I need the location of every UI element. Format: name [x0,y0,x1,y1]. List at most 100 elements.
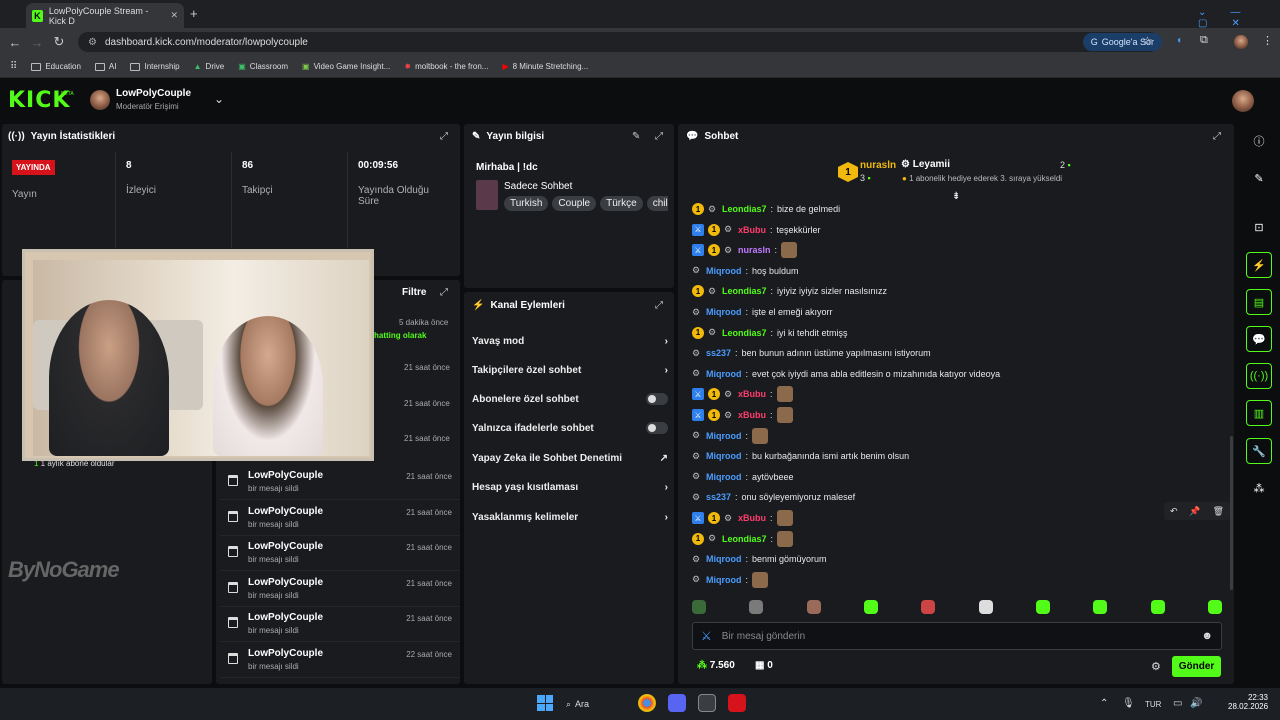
emote-button[interactable] [1035,600,1050,614]
pin-icon[interactable]: 📌 [1189,506,1200,517]
apps-icon[interactable]: ⠿ [10,61,17,72]
expand-icon[interactable]: ⤢ [440,131,448,142]
chat-message[interactable]: ⚙ Miqrood: [692,427,769,445]
close-tab-icon[interactable]: ✕ [170,10,178,21]
message-user[interactable]: Miqrood [706,431,742,441]
reply-icon[interactable]: ↶ [1170,506,1178,517]
new-tab-icon[interactable]: + [190,6,198,21]
chat-message[interactable]: 1 ⚙ Leondias7: iyiyiz iyiyiz sizler nasılsı… [692,282,887,300]
action-subscribers-only[interactable]: Abonelere özel sohbet [472,390,668,408]
menu-icon[interactable]: ⋮ [1262,34,1273,47]
chat-message[interactable]: ⚙ Miqrood: benmi gömüyorum [692,550,827,568]
bookmark-link[interactable]: ▲ Drive [194,62,225,71]
window-controls[interactable]: ⌄—▢✕ [1198,7,1280,29]
chat-message[interactable]: ⚙ Miqrood: bu kurbağanında ismi artık beni… [692,447,909,465]
message-user[interactable]: Leondias7 [722,328,767,338]
bookmark-link[interactable]: ✸ moltbook - the fron... [404,62,488,71]
bookmark-link[interactable]: ▶ 8 Minute Stretching... [502,62,588,71]
message-user[interactable]: xBubu [738,225,766,235]
tray-chevron-icon[interactable]: ⌃ [1100,698,1108,709]
action-emote-only[interactable]: Yalnızca ifadelerle sohbet [472,419,668,437]
chat-message[interactable]: ⚙ Miqrood: [692,571,769,589]
apps-icon[interactable]: ⁂ [1246,475,1272,501]
message-user[interactable]: Miqrood [706,307,742,317]
chat-message[interactable]: ⚙ Miqrood: işte el emeği akıyorr [692,303,833,321]
emote-button[interactable] [978,600,993,614]
emote-button[interactable] [1150,600,1165,614]
extension-icon[interactable]: ◖ [1176,35,1182,46]
emote-button[interactable] [1207,600,1222,614]
chat-message[interactable]: ⚔ 1 ⚙ xBubu: teşekkürler [692,221,821,239]
chat-message[interactable]: ⚙ ss237: onu söyleyemiyoruz malesef [692,488,855,506]
toggle-switch[interactable] [646,393,668,405]
quick-action-icon[interactable]: ⚡ [1246,252,1272,278]
emote-button[interactable] [749,600,764,614]
emoji-icon[interactable]: ☻ [1201,630,1213,642]
toggle-switch[interactable] [646,422,668,434]
browser-tab[interactable]: K LowPolyCouple Stream - Kick D ✕ [26,3,184,28]
edit-icon[interactable]: ✎ [1246,165,1272,191]
bookmark-link[interactable]: ▣ Classroom [238,62,288,71]
edit-icon[interactable]: ✎ [632,131,640,142]
message-user[interactable]: ss237 [706,492,731,502]
gift-display[interactable]: ▦ 0 [755,660,773,671]
bookmark-folder[interactable]: Education [31,62,81,71]
message-user[interactable]: Miqrood [706,472,742,482]
message-user[interactable]: xBubu [738,389,766,399]
windows-start-icon[interactable] [537,695,553,711]
expand-icon[interactable]: ⤢ [1213,131,1221,142]
chat-scrollbar[interactable] [1230,436,1233,590]
obs-icon[interactable] [698,694,716,712]
chat-message[interactable]: ⚔ 1 ⚙ xBubu: [692,509,793,527]
emote-button[interactable] [806,600,821,614]
reload-icon[interactable]: ↻ [48,34,70,50]
bookmark-folder[interactable]: AI [94,62,116,71]
broadcast-toggle-icon[interactable]: ((·)) [1246,363,1272,389]
lang-indicator[interactable]: TUR [1145,700,1161,709]
message-user[interactable]: Miqrood [706,266,742,276]
action-followers-only[interactable]: Takipçilere özel sohbet › [472,361,668,379]
bookmark-link[interactable]: ▣ Video Game Insight... [302,62,390,71]
tools-icon[interactable]: 🔧 [1246,438,1272,464]
message-user[interactable]: nurasln [738,245,771,255]
points-display[interactable]: ⁂ 7.560 [697,660,735,671]
chat-toggle-icon[interactable]: 💬 [1246,326,1272,352]
chat-message[interactable]: 1 ⚙ Leondias7: bize de gelmedi [692,200,840,218]
filter-button[interactable]: Filtre [402,287,426,298]
expand-icon[interactable]: ⤢ [440,287,448,298]
emote-button[interactable] [1093,600,1108,614]
action-slow-mode[interactable]: Yavaş mod › [472,332,668,350]
chat-settings-icon[interactable]: ⚙ [1151,660,1161,673]
site-info-icon[interactable]: ⚙ [88,37,97,48]
extensions-icon[interactable]: ⧉ [1200,34,1208,47]
message-user[interactable]: Miqrood [706,451,742,461]
message-user[interactable]: Miqrood [706,554,742,564]
chat-message[interactable]: ⚔ 1 ⚙ xBubu: [692,385,793,403]
emote-button[interactable] [692,600,706,614]
message-user[interactable]: xBubu [738,410,766,420]
forward-icon[interactable]: → [26,35,48,50]
app-icon[interactable] [728,694,746,712]
network-icon[interactable]: ▭ [1173,698,1182,709]
message-user[interactable]: xBubu [738,513,766,523]
bookmark-star-icon[interactable]: ☆ [1142,34,1153,48]
volume-icon[interactable]: 🔊 [1190,698,1202,709]
clock[interactable]: 22:33 28.02.2026 [1228,693,1268,711]
send-button[interactable]: Gönder [1172,656,1221,677]
channel-switch-chevron-icon[interactable]: ⌄ [214,92,224,106]
message-user[interactable]: Leondias7 [722,204,767,214]
emote-button[interactable] [863,600,878,614]
expand-icon[interactable]: ⤢ [655,300,663,311]
info-icon[interactable]: ⓘ [1246,128,1272,154]
focus-icon[interactable]: ⊡ [1246,214,1272,240]
modlog-toggle-icon[interactable]: ▥ [1246,400,1272,426]
delete-icon[interactable]: 🗑 [1213,506,1224,517]
message-user[interactable]: Miqrood [706,369,742,379]
mic-icon[interactable]: 🎙 [1122,698,1135,709]
collapse-icon[interactable]: ⇟ [952,191,960,202]
chat-message[interactable]: ⚔ 1 ⚙ nurasln: [692,241,798,259]
chat-message[interactable]: ⚙ Miqrood: aytövbeee [692,468,794,486]
chat-message[interactable]: 1 ⚙ Leondias7: iyi ki tehdit etmişş [692,324,848,342]
chat-message[interactable]: ⚔ 1 ⚙ xBubu: [692,406,793,424]
message-user[interactable]: Leondias7 [722,286,767,296]
